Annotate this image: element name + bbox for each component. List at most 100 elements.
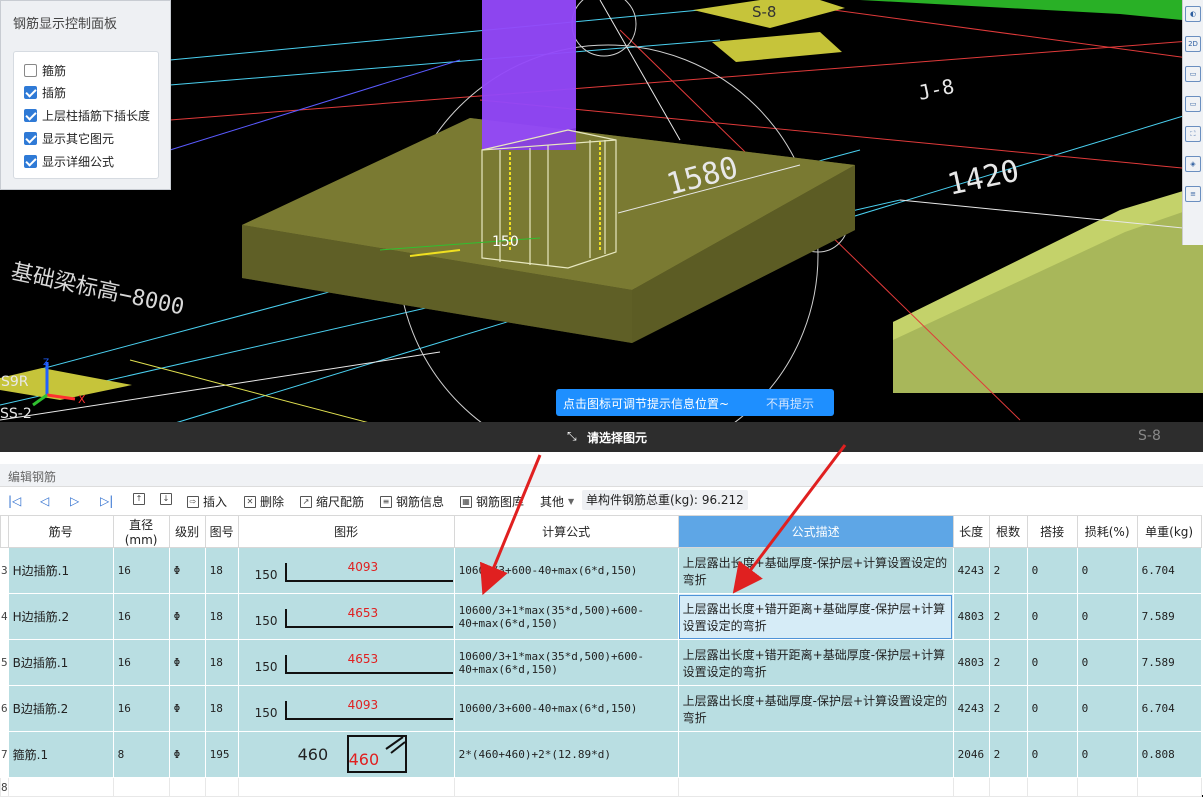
cell-grade[interactable]: Φ: [168, 593, 206, 640]
cell-formula[interactable]: 2*(460+460)+2*(12.89*d): [453, 731, 679, 778]
header-unit-weight[interactable]: 单重(kg): [1136, 515, 1202, 548]
header-length[interactable]: 长度: [952, 515, 990, 548]
empty-cell[interactable]: [237, 777, 455, 797]
properties-icon[interactable]: ≡: [1185, 186, 1201, 202]
cell-formula-description[interactable]: [677, 731, 954, 778]
empty-cell[interactable]: [677, 777, 954, 797]
move-up-button[interactable]: ↑: [133, 493, 149, 505]
cell-formula[interactable]: 10600/3+600-40+max(6*d,150): [453, 547, 679, 594]
cell-length[interactable]: 4803: [952, 593, 990, 640]
header-lap[interactable]: 搭接: [1026, 515, 1078, 548]
delete-button[interactable]: ✕ 删除: [244, 493, 284, 510]
checkbox-checked-icon[interactable]: [24, 154, 37, 168]
cell-loss[interactable]: 0: [1076, 547, 1138, 594]
empty-cell[interactable]: [204, 777, 239, 797]
cell-shape[interactable]: 460 460: [237, 731, 455, 778]
checkbox-checked-icon[interactable]: [24, 85, 37, 99]
cell-count[interactable]: 2: [988, 547, 1028, 594]
insert-button[interactable]: ⇨ 插入: [187, 493, 227, 510]
cell-figure-no[interactable]: 18: [204, 593, 239, 640]
table-row[interactable]: 4 H边插筋.2 16 Φ 18 150 4653 10600/3+1*max(3…: [0, 593, 1202, 640]
cell-formula[interactable]: 10600/3+1*max(35*d,500)+600-40+max(6*d,1…: [453, 593, 679, 640]
dismiss-tip-link[interactable]: 不再提示: [766, 395, 814, 412]
cell-unit-weight[interactable]: 6.704: [1136, 547, 1202, 594]
option-show-detailed-formula[interactable]: 显示详细公式: [24, 151, 114, 171]
rebar-library-button[interactable]: ▦ 钢筋图库: [460, 493, 524, 510]
empty-cell[interactable]: [1136, 777, 1202, 797]
cell-lap[interactable]: 0: [1026, 593, 1078, 640]
cell-shape[interactable]: 150 4093: [237, 547, 455, 594]
cell-figure-no[interactable]: 18: [204, 547, 239, 594]
empty-cell[interactable]: [112, 777, 170, 797]
rebar-info-button[interactable]: ≡ 钢筋信息: [380, 493, 444, 510]
cell-formula-description[interactable]: 上层露出长度+基础厚度-保护层+计算设置设定的弯折: [677, 685, 954, 732]
first-record-icon[interactable]: |◁: [8, 494, 21, 508]
cell-count[interactable]: 2: [988, 593, 1028, 640]
cell-length[interactable]: 2046: [952, 731, 990, 778]
cell-bar-no[interactable]: H边插筋.1: [7, 547, 114, 594]
cell-grade[interactable]: Φ: [168, 639, 206, 686]
cell-shape[interactable]: 150 4653: [237, 593, 455, 640]
option-stirrup[interactable]: 箍筋: [24, 60, 66, 80]
checkbox-checked-icon[interactable]: [24, 131, 37, 145]
last-record-icon[interactable]: ▷|: [100, 494, 113, 508]
other-dropdown[interactable]: 其他 ▼: [540, 493, 574, 510]
rotate-view-icon[interactable]: ◐: [1185, 6, 1201, 22]
empty-cell[interactable]: [168, 777, 206, 797]
cell-loss[interactable]: 0: [1076, 639, 1138, 686]
empty-cell[interactable]: [1076, 777, 1138, 797]
table-row[interactable]: 3 H边插筋.1 16 Φ 18 150 4093 10600/3+600-40+…: [0, 547, 1202, 594]
empty-cell[interactable]: [952, 777, 990, 797]
option-upper-column-length[interactable]: 上层柱插筋下插长度: [24, 105, 150, 125]
cell-figure-no[interactable]: 18: [204, 639, 239, 686]
3d-viewport[interactable]: S-8 J-8 1420 1580 150 基础梁标高−8000 S9R SS-…: [0, 0, 1203, 452]
header-shape[interactable]: 图形: [237, 515, 455, 548]
cell-loss[interactable]: 0: [1076, 685, 1138, 732]
cell-grade[interactable]: Φ: [168, 685, 206, 732]
header-loss[interactable]: 损耗(%): [1076, 515, 1138, 548]
cell-grade[interactable]: Φ: [168, 547, 206, 594]
option-dowel[interactable]: 插筋: [24, 82, 66, 102]
table-row[interactable]: 6 B边插筋.2 16 Φ 18 150 4093 10600/3+600-40+…: [0, 685, 1202, 732]
cell-diameter[interactable]: 16: [112, 593, 170, 640]
header-count[interactable]: 根数: [988, 515, 1028, 548]
empty-cell[interactable]: [1026, 777, 1078, 797]
cell-lap[interactable]: 0: [1026, 639, 1078, 686]
cell-unit-weight[interactable]: 7.589: [1136, 639, 1202, 686]
cell-shape[interactable]: 150 4093: [237, 685, 455, 732]
cell-formula-description[interactable]: 上层露出长度+基础厚度-保护层+计算设置设定的弯折: [677, 547, 954, 594]
cell-count[interactable]: 2: [988, 731, 1028, 778]
top-view-icon[interactable]: ▭: [1185, 96, 1201, 112]
header-diameter[interactable]: 直径(mm): [112, 515, 170, 548]
cell-bar-no[interactable]: B边插筋.1: [7, 639, 114, 686]
cell-lap[interactable]: 0: [1026, 685, 1078, 732]
cell-bar-no[interactable]: H边插筋.2: [7, 593, 114, 640]
cell-bar-no[interactable]: B边插筋.2: [7, 685, 114, 732]
header-formula-description[interactable]: 公式描述: [677, 515, 954, 548]
select-element-hint[interactable]: ⤡ 请选择图元: [557, 426, 657, 448]
cell-diameter[interactable]: 8: [112, 731, 170, 778]
cell-loss[interactable]: 0: [1076, 593, 1138, 640]
empty-cell[interactable]: [7, 777, 114, 797]
cell-formula[interactable]: 10600/3+600-40+max(6*d,150): [453, 685, 679, 732]
previous-record-icon[interactable]: ◁: [40, 494, 49, 508]
cell-figure-no[interactable]: 18: [204, 685, 239, 732]
scale-rebar-button[interactable]: ↗ 缩尺配筋: [300, 493, 364, 510]
checkbox-icon[interactable]: [24, 63, 37, 77]
3d-box-icon[interactable]: ◈: [1185, 156, 1201, 172]
cell-formula-description-selected[interactable]: 上层露出长度+错开距离+基础厚度-保护层+计算设置设定的弯折: [677, 593, 954, 640]
cell-loss[interactable]: 0: [1076, 731, 1138, 778]
header-grade[interactable]: 级别: [168, 515, 206, 548]
cell-lap[interactable]: 0: [1026, 547, 1078, 594]
header-formula[interactable]: 计算公式: [453, 515, 679, 548]
cell-count[interactable]: 2: [988, 685, 1028, 732]
cell-formula-description[interactable]: 上层露出长度+错开距离+基础厚度-保护层+计算设置设定的弯折: [677, 639, 954, 686]
view-cube-icon[interactable]: ▭: [1185, 66, 1201, 82]
cell-grade[interactable]: Φ: [168, 731, 206, 778]
cell-formula[interactable]: 10600/3+1*max(35*d,500)+600-40+max(6*d,1…: [453, 639, 679, 686]
empty-cell[interactable]: [988, 777, 1028, 797]
empty-cell[interactable]: [453, 777, 679, 797]
2d-view-icon[interactable]: 2D: [1185, 36, 1201, 52]
cell-count[interactable]: 2: [988, 639, 1028, 686]
viewport-scene[interactable]: S-8 J-8 1420 1580 150 基础梁标高−8000 S9R SS-…: [0, 0, 1203, 452]
